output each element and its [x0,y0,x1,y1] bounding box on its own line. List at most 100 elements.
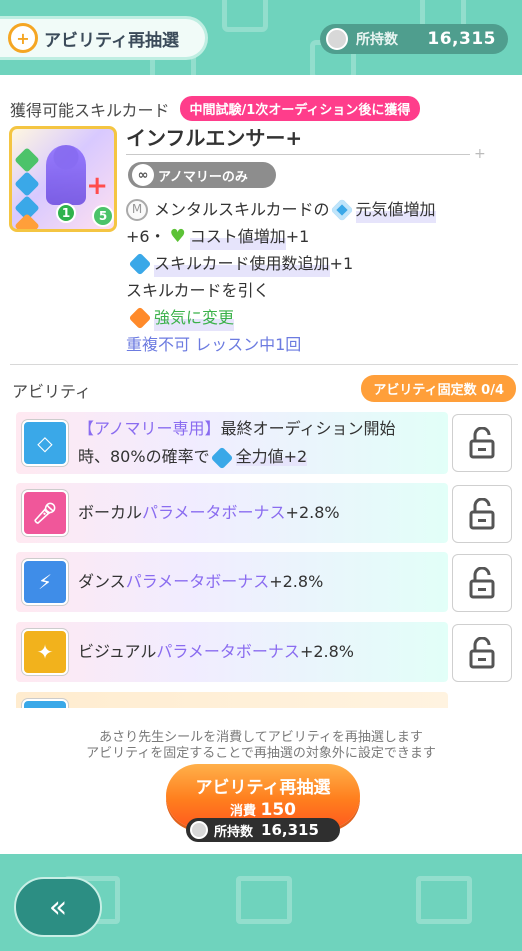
card-use-icon [128,252,152,275]
skill-card-effects: M メンタルスキルカードの 元気値増加 +6・ ♥ コスト値増加 +1 スキルカ… [126,196,512,358]
ability-text-part: ダンス [78,572,126,591]
anomaly-icon: ◇ [22,420,68,466]
ability-list[interactable]: ◇ 【アノマリー専用】最終オーディション開始 時、80%の確率で 全力値+2 🎤︎ [16,412,516,708]
reroll-note: アビリティを固定することで再抽選の対象外に設定できます [86,746,436,761]
visual-icon: ✦ [22,629,68,675]
skill-section-header: 獲得可能スキルカード 中間試験/1次オーディション後に獲得 [10,96,421,121]
ability-text: ボーカルパラメータボーナス+2.8% [78,499,340,527]
ability-text-part: ビジュアル [78,642,157,661]
timing-badge: 中間試験/1次オーディション後に獲得 [179,96,421,121]
section-divider [10,364,518,365]
divider [126,154,470,155]
effect-text: スキルカードを引く [126,281,270,300]
ability-section-title: アビリティ [12,382,92,401]
ability-text-part: 最終オーディション開始 [220,419,396,438]
plus-mark-icon: + [474,146,486,162]
lock-button[interactable] [452,554,512,612]
skill-card-name: インフルエンサー+ [126,126,303,150]
ability-text: 【アノマリー専用】最終オーディション開始 時、80%の確率で 全力値+2 [78,415,395,471]
screen-title: + アビリティ再抽選 [0,16,208,60]
ability-prefix: 【アノマリー専用】 [78,419,221,438]
effect-keyword: コスト値増加 [189,223,286,250]
ability-text-part: ボーカル [78,503,143,522]
effect-line: スキルカードを引く [126,277,512,304]
effect-text: +1 [329,254,354,273]
blue-gem-icon [14,171,40,197]
ability-text-part: 全力値+2 [235,447,308,466]
card-stamina-badge: 5 [92,205,114,227]
sticker-coin-icon [326,28,348,50]
shoe-icon: ⚡︎ [22,559,68,605]
unlock-icon [469,498,495,530]
fixed-count-badge: アビリティ固定数 0/4 [361,375,516,402]
sticker-coin-icon [190,821,208,839]
bottom-bar: « [0,854,522,951]
effect-line: スキルカード使用数追加 +1 [126,250,512,277]
lock-button[interactable] [452,624,512,682]
back-button[interactable]: « [14,877,102,937]
ability-text-part: パラメータボーナス [156,642,300,661]
microphone-icon: 🎤︎ [22,490,68,536]
ability-text: ダンスパラメータボーナス+2.8% [78,568,323,596]
lock-button[interactable] [452,414,512,472]
card-cost-badge: 1 [56,203,76,223]
ability-entry [16,692,448,708]
ability-text-part: 時、80%の確率で [78,447,210,466]
top-bar: + アビリティ再抽選 所持数 16,315 [0,0,522,75]
unlock-icon [469,637,495,669]
effect-line: 重複不可 レッスン中1回 [126,331,512,358]
reroll-icon: + [8,23,38,53]
ability-entry: ✦ ビジュアルパラメータボーナス+2.8% [16,622,448,682]
plus-icon: + [86,171,108,201]
ability-text-part: +2.8% [299,642,354,661]
currency-label: 所持数 [356,32,398,48]
owned-label: 所持数 [214,824,254,840]
effect-keyword: スキルカード使用数追加 [154,250,330,277]
ability-entry: ⚡︎ ダンスパラメータボーナス+2.8% [16,552,448,612]
ability-icon [22,699,68,708]
genki-icon [330,198,353,221]
cost-label: 消費 [229,803,256,819]
green-gem-icon [14,147,40,173]
ability-text: ビジュアルパラメータボーナス+2.8% [78,638,354,666]
owned-value: 16,315 [261,821,319,839]
ability-entry: ◇ 【アノマリー専用】最終オーディション開始 時、80%の確率で 全力値+2 [16,412,448,474]
cost-heart-icon: ♥ [169,226,186,247]
ability-text-part: パラメータボーナス [142,503,286,522]
mental-icon: M [126,198,148,221]
unlock-icon [469,427,495,459]
currency-display: 所持数 16,315 [320,24,508,54]
skill-section-title: 獲得可能スキルカード [10,100,170,120]
effect-text: +1 [285,227,310,246]
effect-keyword: 強気に変更 [154,304,235,331]
currency-value: 16,315 [427,29,496,49]
ability-text-part: +2.8% [285,503,340,522]
ability-text-part: パラメータボーナス [125,572,270,591]
full-power-icon [210,446,233,469]
orange-gem-icon [14,213,40,229]
back-chevron-icon: « [48,889,68,925]
anomaly-tag-label: アノマリーのみ [158,169,248,185]
screen-title-text: アビリティ再抽選 [44,30,179,51]
ability-entry: 🎤︎ ボーカルパラメータボーナス+2.8% [16,483,448,543]
owned-display: 所持数 16,315 [186,818,340,842]
effect-text: メンタルスキルカードの [154,200,330,219]
cost-value: 150 [260,799,297,820]
effect-line: +6・ ♥ コスト値増加 +1 [126,223,512,250]
idol-silhouette-icon [46,145,86,205]
effect-keyword: 元気値増加 [355,196,436,223]
effect-line: 強気に変更 [126,304,512,331]
background-calendar-icon [416,876,472,924]
reroll-button-label: アビリティ再抽選 [195,777,331,798]
effect-text: +6・ [126,227,166,246]
effect-line: M メンタルスキルカードの 元気値増加 [126,196,512,223]
reroll-cost: 消費 150 [230,800,296,820]
background-pattern-icon [222,0,268,32]
skill-card-thumbnail[interactable]: + 1 5 [9,126,117,232]
unlock-icon [469,567,495,599]
anomaly-plan-icon: ∞ [132,164,154,186]
background-calendar-icon [236,876,292,924]
lock-button[interactable] [452,485,512,543]
ability-text-part: +2.8% [269,572,324,591]
anomaly-only-tag: ∞ アノマリーのみ [128,162,276,188]
